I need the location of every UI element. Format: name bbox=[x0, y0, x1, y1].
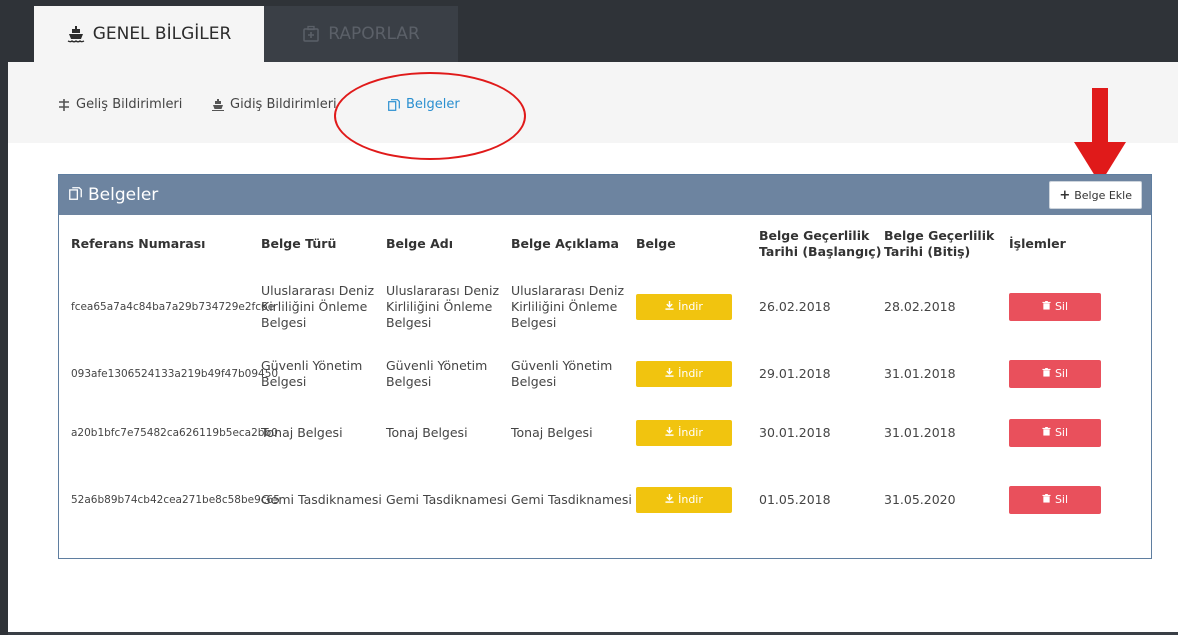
download-label: İndir bbox=[678, 299, 703, 313]
desc-cell: Gemi Tasdiknamesi bbox=[511, 491, 632, 507]
header-bitis: Belge Geçerlilik Tarihi (Bitiş) bbox=[884, 228, 995, 259]
name-cell: Güvenli Yönetim Belgesi bbox=[386, 357, 488, 389]
name-cell: Uluslararası Deniz Kirliliğini Önleme Be… bbox=[386, 282, 500, 330]
start-date-cell: 30.01.2018 bbox=[759, 424, 831, 440]
download-cell: İndir bbox=[636, 269, 759, 344]
download-icon bbox=[665, 425, 674, 441]
subnav-label: Belgeler bbox=[406, 97, 460, 112]
header-baslangic: Belge Geçerlilik Tarihi (Başlangıç) bbox=[759, 228, 882, 259]
ref-cell: a20b1bfc7e75482ca626119b5eca2bb0 bbox=[71, 426, 278, 439]
type-cell: Tonaj Belgesi bbox=[261, 424, 343, 440]
download-cell: İndir bbox=[636, 462, 759, 537]
download-icon bbox=[665, 299, 674, 315]
name-cell: Tonaj Belgesi bbox=[386, 424, 468, 440]
download-button[interactable]: İndir bbox=[636, 419, 732, 446]
desc-cell: Uluslararası Deniz Kirliliğini Önleme Be… bbox=[511, 282, 625, 330]
start-date-cell: 01.05.2018 bbox=[759, 491, 831, 507]
header-referans: Referans Numarası bbox=[71, 236, 206, 251]
add-document-label: Belge Ekle bbox=[1074, 188, 1132, 202]
start-date-cell: 29.01.2018 bbox=[759, 365, 831, 381]
add-document-button[interactable]: + Belge Ekle bbox=[1049, 181, 1142, 209]
panel-header: Belgeler + Belge Ekle bbox=[59, 175, 1151, 215]
ship-icon bbox=[212, 98, 224, 111]
actions-cell: Sil bbox=[1009, 403, 1141, 462]
start-date-cell: 26.02.2018 bbox=[759, 298, 831, 314]
tab-label: RAPORLAR bbox=[328, 24, 420, 44]
tab-genel-bilgiler[interactable]: GENEL BİLGİLER bbox=[34, 6, 264, 62]
documents-icon bbox=[69, 185, 82, 205]
delete-button[interactable]: Sil bbox=[1009, 418, 1101, 447]
subnav-label: Geliş Bildirimleri bbox=[76, 97, 183, 112]
type-cell: Uluslararası Deniz Kirliliğini Önleme Be… bbox=[261, 282, 375, 330]
documents-table: Referans Numarası Belge Türü Belge Adı B… bbox=[71, 219, 1141, 537]
delete-button[interactable]: Sil bbox=[1009, 292, 1101, 321]
ref-cell: 52a6b89b74cb42cea271be8c58be9c65 bbox=[71, 493, 280, 506]
header-belge-turu: Belge Türü bbox=[261, 236, 337, 251]
download-cell: İndir bbox=[636, 344, 759, 403]
panel-title-text: Belgeler bbox=[88, 185, 159, 205]
desc-cell: Güvenli Yönetim Belgesi bbox=[511, 357, 613, 389]
delete-label: Sil bbox=[1054, 299, 1069, 313]
left-edge-bar bbox=[0, 0, 8, 635]
trash-icon bbox=[1042, 299, 1051, 315]
header-belge-adi: Belge Adı bbox=[386, 236, 453, 251]
delete-label: Sil bbox=[1054, 366, 1069, 380]
subnav-gelis-bildirimleri[interactable]: Geliş Bildirimleri bbox=[58, 97, 182, 112]
download-button[interactable]: İndir bbox=[636, 360, 732, 387]
header-islemler: İşlemler bbox=[1009, 236, 1066, 251]
ref-cell: fcea65a7a4c84ba7a29b734729e2fc6e bbox=[71, 300, 275, 313]
trash-icon bbox=[1042, 492, 1051, 508]
documents-panel: Belgeler + Belge Ekle Referans Numarası … bbox=[58, 174, 1152, 559]
delete-button[interactable]: Sil bbox=[1009, 359, 1101, 388]
plus-icon: + bbox=[1059, 187, 1071, 203]
actions-cell: Sil bbox=[1009, 344, 1141, 403]
end-date-cell: 31.05.2020 bbox=[884, 491, 956, 507]
annotation-arrow-icon bbox=[1074, 88, 1126, 184]
trash-icon bbox=[1042, 366, 1051, 382]
table-row: fcea65a7a4c84ba7a29b734729e2fc6e Uluslar… bbox=[71, 269, 1141, 344]
table-header-row: Referans Numarası Belge Türü Belge Adı B… bbox=[71, 219, 1141, 269]
tab-raporlar[interactable]: RAPORLAR bbox=[264, 6, 458, 62]
download-label: İndir bbox=[678, 425, 703, 439]
actions-cell: Sil bbox=[1009, 269, 1141, 344]
header-belge: Belge bbox=[636, 236, 676, 251]
medical-kit-icon bbox=[302, 25, 320, 43]
end-date-cell: 28.02.2018 bbox=[884, 298, 956, 314]
header-belge-aciklama: Belge Açıklama bbox=[511, 236, 619, 251]
actions-cell: Sil bbox=[1009, 462, 1141, 537]
table-row: 093afe1306524133a219b49f47b09450 Güvenli… bbox=[71, 344, 1141, 403]
anchor-icon bbox=[58, 98, 70, 111]
type-cell: Güvenli Yönetim Belgesi bbox=[261, 357, 363, 389]
download-button[interactable]: İndir bbox=[636, 293, 732, 320]
download-icon bbox=[665, 366, 674, 382]
trash-icon bbox=[1042, 425, 1051, 441]
panel-title: Belgeler bbox=[69, 185, 158, 205]
ref-cell: 093afe1306524133a219b49f47b09450 bbox=[71, 367, 279, 380]
download-icon bbox=[665, 492, 674, 508]
subnav-belgeler[interactable]: Belgeler bbox=[388, 97, 460, 112]
type-cell: Gemi Tasdiknamesi bbox=[261, 491, 382, 507]
end-date-cell: 31.01.2018 bbox=[884, 424, 956, 440]
delete-label: Sil bbox=[1054, 492, 1069, 506]
name-cell: Gemi Tasdiknamesi bbox=[386, 491, 507, 507]
subnav-gidis-bildirimleri[interactable]: Gidiş Bildirimleri bbox=[212, 97, 337, 112]
table-row: 52a6b89b74cb42cea271be8c58be9c65 Gemi Ta… bbox=[71, 462, 1141, 537]
desc-cell: Tonaj Belgesi bbox=[511, 424, 593, 440]
download-cell: İndir bbox=[636, 403, 759, 462]
download-button[interactable]: İndir bbox=[636, 486, 732, 513]
delete-button[interactable]: Sil bbox=[1009, 485, 1101, 514]
tab-label: GENEL BİLGİLER bbox=[92, 24, 232, 44]
ship-icon bbox=[67, 25, 85, 43]
subnav-label: Gidiş Bildirimleri bbox=[230, 97, 337, 112]
download-label: İndir bbox=[678, 366, 703, 380]
delete-label: Sil bbox=[1054, 425, 1069, 439]
table-row: a20b1bfc7e75482ca626119b5eca2bb0 Tonaj B… bbox=[71, 403, 1141, 462]
download-label: İndir bbox=[678, 492, 703, 506]
documents-icon bbox=[388, 98, 400, 111]
end-date-cell: 31.01.2018 bbox=[884, 365, 956, 381]
